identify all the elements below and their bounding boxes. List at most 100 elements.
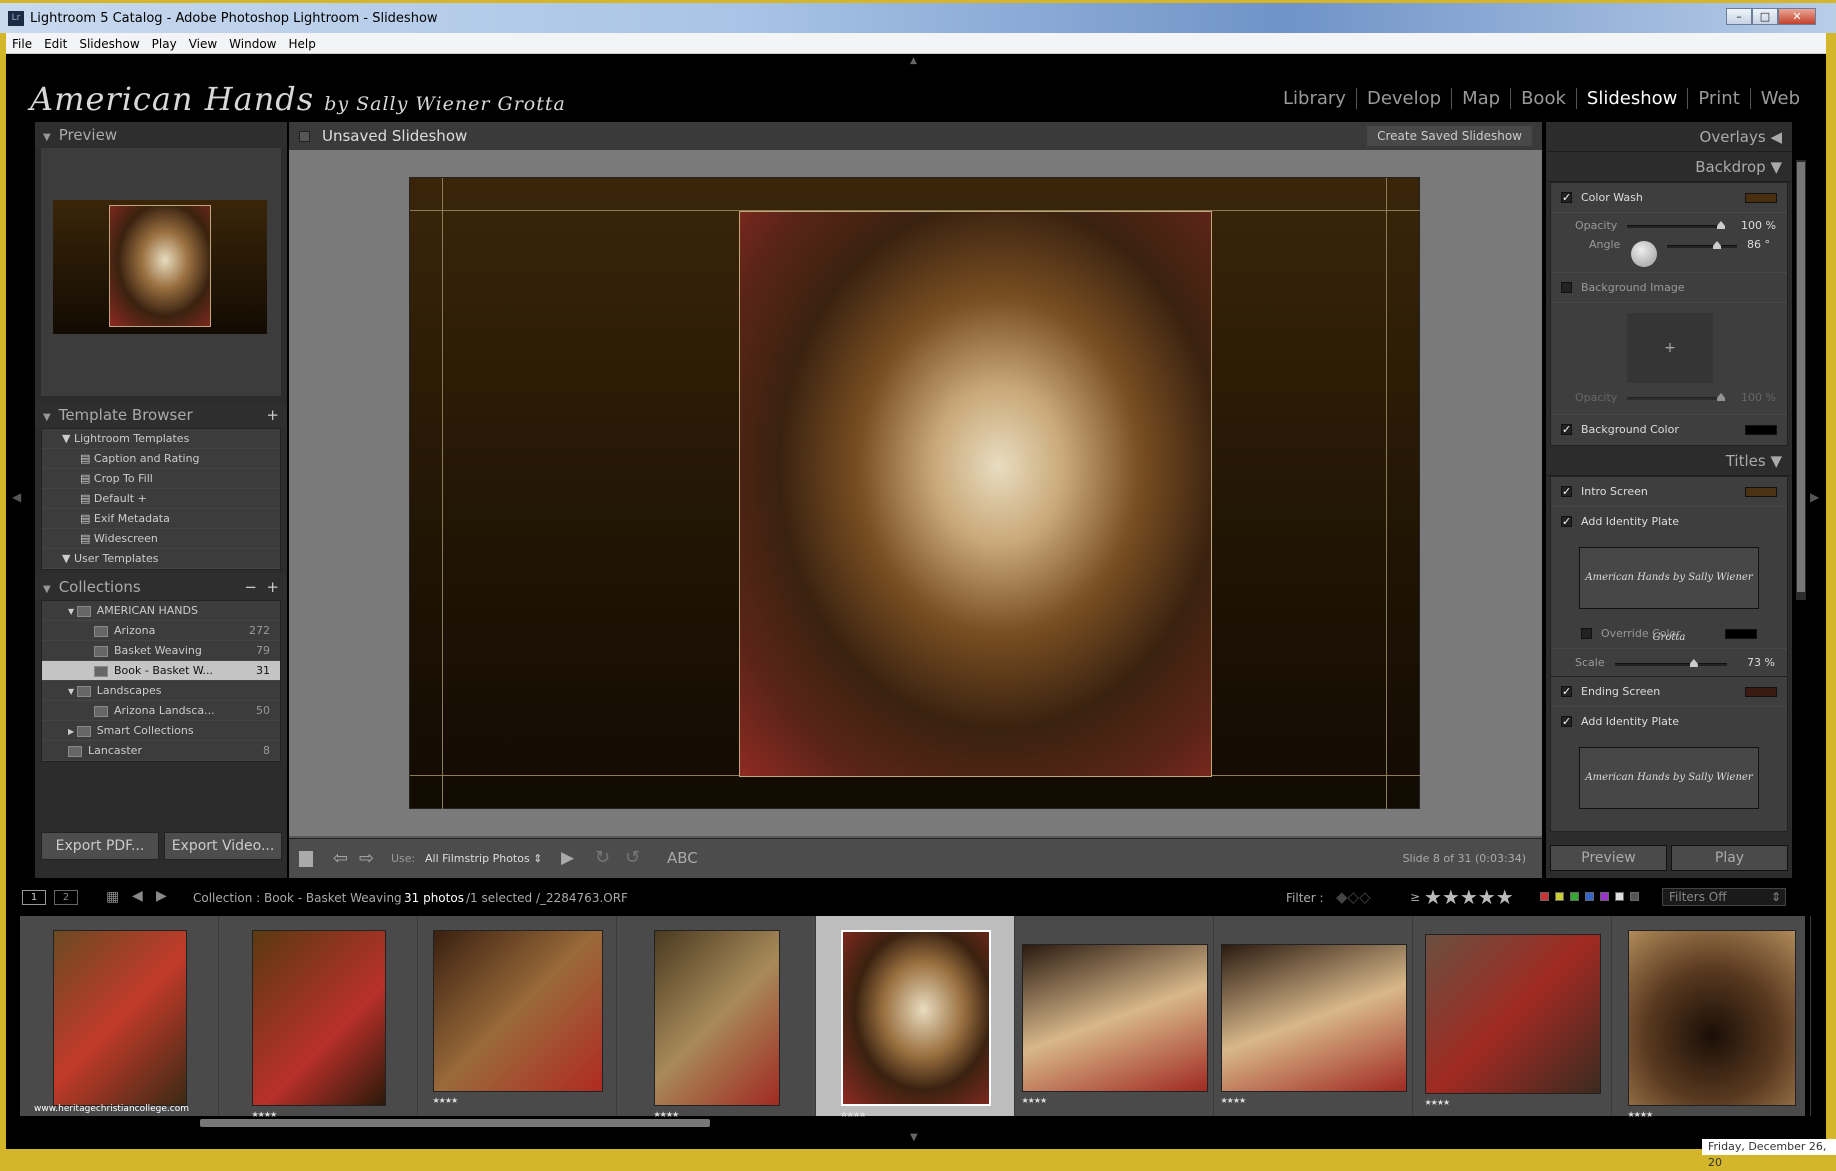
opacity-slider[interactable] [1627,221,1725,229]
intro-identity-plate-checkbox[interactable]: ✓ [1561,516,1572,527]
angle-dial[interactable] [1631,241,1657,267]
background-image-checkbox[interactable] [1561,282,1572,293]
menu-help[interactable]: Help [283,34,322,51]
template-folder[interactable]: ▼ User Templates [42,549,280,569]
ending-identity-plate-checkbox[interactable]: ✓ [1561,716,1572,727]
ending-screen-swatch[interactable] [1745,687,1777,697]
filmstrip-cell[interactable]: ★★★★ [1413,916,1612,1116]
override-color-checkbox[interactable] [1581,628,1592,639]
color-label-swatch[interactable] [1555,892,1564,901]
module-tab-map[interactable]: Map [1452,88,1512,109]
maximize-button[interactable]: □ [1752,8,1778,25]
opacity-value[interactable]: 100 % [1741,219,1776,232]
disclosure-triangle-icon[interactable]: ▼ [62,432,74,445]
intro-screen-checkbox[interactable]: ✓ [1561,486,1572,497]
collection-item[interactable]: ▼ Landscapes [42,681,280,701]
filmstrip-cell[interactable]: ★★★★ [1612,916,1811,1119]
right-panel-toggle-icon[interactable]: ▶ [1810,490,1819,504]
scale-value[interactable]: 73 % [1747,656,1775,669]
color-label-swatch[interactable] [1570,892,1579,901]
menu-edit[interactable]: Edit [38,34,73,51]
filmstrip-cell[interactable]: ★★★★ [418,916,617,1116]
window-1-button[interactable]: 1 [22,890,46,905]
collection-item[interactable]: Arizona Landsca... 50 [42,701,280,721]
template-item[interactable]: ▤ Caption and Rating [42,449,280,469]
stop-icon[interactable] [299,851,313,867]
menu-file[interactable]: File [6,34,38,51]
angle-knob[interactable] [1713,241,1721,249]
bottom-panel-toggle-icon[interactable]: ▼ [910,1132,918,1143]
remove-collection-icon[interactable]: − [244,574,257,600]
filmstrip-thumbnail[interactable] [1627,930,1796,1106]
export-video-button[interactable]: Export Video... [164,832,282,860]
selection-info[interactable]: /1 selected /_2284763.ORF [466,891,628,905]
layout-guide-left[interactable] [442,178,443,810]
angle-slider[interactable] [1667,241,1737,249]
filmstrip-cell[interactable]: ★★★★ [1015,916,1214,1116]
menu-play[interactable]: Play [146,34,183,51]
module-tab-library[interactable]: Library [1273,88,1357,109]
filmstrip-cell[interactable]: ★★★★www.heritagechristiancollege.com [20,916,219,1116]
template-item[interactable]: ▤ Default + [42,489,280,509]
layout-guide-right[interactable] [1386,178,1387,810]
filmstrip-thumbnail[interactable] [1021,944,1208,1092]
intro-identity-plate-preview[interactable]: American Hands by Sally Wiener Grotta [1579,547,1759,643]
module-tab-web[interactable]: Web [1751,88,1810,109]
color-label-filter[interactable] [1540,892,1645,901]
disclosure-triangle-icon[interactable]: ▶ [68,727,77,736]
color-label-swatch[interactable] [1615,892,1624,901]
collection-item[interactable]: Arizona 272 [42,621,280,641]
collections-header[interactable]: ▼ Collections − + [35,574,287,600]
bg-opacity-slider[interactable] [1627,393,1725,401]
module-tab-book[interactable]: Book [1511,88,1577,109]
add-text-overlay-button[interactable]: ABC [667,849,698,867]
filmstrip-scrollbar[interactable] [200,1119,710,1127]
top-panel-toggle-icon[interactable]: ▲ [910,56,917,66]
intro-screen-swatch[interactable] [1745,487,1777,497]
rotate-clockwise-icon[interactable]: ↻ [595,847,610,868]
color-wash-swatch[interactable] [1745,193,1777,203]
filmstrip-cell[interactable]: ★★★★ [219,916,418,1119]
background-color-checkbox[interactable]: ✓ [1561,424,1572,435]
module-tab-develop[interactable]: Develop [1356,88,1453,109]
scale-slider[interactable] [1615,659,1727,667]
collection-item[interactable]: Book - Basket W... 31 [42,661,280,681]
angle-value[interactable]: 86 ° [1747,238,1770,251]
rotate-counterclockwise-icon[interactable]: ↺ [625,847,640,868]
previous-slide-icon[interactable]: ⇦ [333,848,348,869]
filmstrip-thumbnail[interactable] [52,930,187,1106]
opacity-knob[interactable] [1717,221,1725,229]
background-image-well[interactable]: + [1627,313,1713,383]
filmstrip-thumbnail[interactable] [432,930,603,1092]
disclosure-triangle-icon[interactable]: ▼ [68,687,77,696]
flag-filter-icons[interactable]: ◆◇◇ [1336,888,1371,906]
filmstrip-thumbnail[interactable] [1220,944,1407,1092]
template-item[interactable]: ▤ Widescreen [42,529,280,549]
use-select[interactable]: All Filmstrip Photos ⇕ [425,852,542,865]
forward-icon[interactable]: ▶ [156,888,167,904]
filmstrip-cell[interactable]: ★★★★ [816,916,1015,1119]
ending-screen-checkbox[interactable]: ✓ [1561,686,1572,697]
filmstrip-thumbnail[interactable] [251,930,386,1106]
preview-panel-header[interactable]: ▼ Preview [35,122,287,148]
grid-view-icon[interactable]: ▦ [106,889,119,905]
background-color-swatch[interactable] [1745,425,1777,435]
collection-item[interactable]: ▼ AMERICAN HANDS [42,601,280,621]
module-tab-slideshow[interactable]: Slideshow [1576,88,1689,109]
filmstrip-source[interactable]: Collection : Book - Basket Weaving [193,891,402,905]
collection-item[interactable]: Lancaster 8 [42,741,280,761]
filters-select[interactable]: Filters Off ⇕ [1662,888,1786,906]
play-button[interactable]: Play [1671,845,1788,871]
rating-filter-stars[interactable]: ★★★★★ [1424,885,1514,909]
export-pdf-button[interactable]: Export PDF... [41,832,159,860]
rating-operator[interactable]: ≥ [1410,890,1420,904]
template-item[interactable]: ▤ Crop To Fill [42,469,280,489]
collection-item[interactable]: ▶ Smart Collections [42,721,280,741]
add-collection-icon[interactable]: + [266,574,279,600]
template-item[interactable]: ▤ Exif Metadata [42,509,280,529]
add-template-icon[interactable]: + [266,402,279,428]
collection-item[interactable]: Basket Weaving 79 [42,641,280,661]
overlays-header[interactable]: Overlays ◀ [1546,122,1792,152]
window-2-button[interactable]: 2 [54,890,78,905]
menu-window[interactable]: Window [223,34,282,51]
